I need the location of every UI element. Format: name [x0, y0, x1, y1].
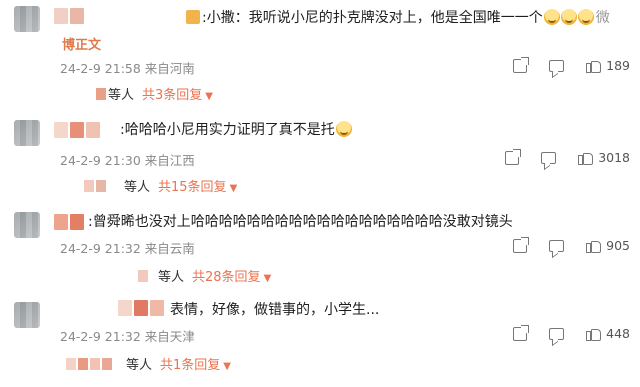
like-icon[interactable]	[586, 59, 602, 73]
avatar[interactable]	[14, 120, 40, 146]
reply-summary[interactable]: 等人 共15条回复 ▼	[84, 176, 237, 195]
caret-down-icon: ▼	[205, 91, 213, 102]
share-icon[interactable]	[505, 148, 522, 165]
avatar[interactable]	[14, 212, 40, 238]
comment-actions: 448	[491, 324, 630, 341]
emoji-icon	[560, 9, 577, 25]
comment-text: 表情，好像，做错事的，小学生...	[170, 302, 380, 318]
watermark: 博正文	[62, 38, 102, 53]
caret-down-icon: ▼	[263, 273, 272, 284]
username-redacted[interactable]	[54, 8, 84, 24]
like-icon[interactable]	[578, 151, 594, 165]
comment-item: 表情，好像，做错事的，小学生... 24-2-9 21:32 来自天津 448 …	[0, 294, 640, 387]
emoji-icon	[335, 121, 352, 137]
replier-redacted	[78, 358, 88, 370]
comment-item: :小撒：我听说小尼的扑克牌没对上，他是全国唯一一个微 博正文 24-2-9 21…	[0, 0, 640, 110]
replier-redacted	[84, 180, 94, 192]
avatar[interactable]	[14, 6, 40, 32]
comment-icon[interactable]	[549, 59, 565, 72]
comment-meta: 24-2-9 21:32 来自云南	[60, 241, 195, 256]
tag-icon	[186, 10, 200, 24]
avatar[interactable]	[14, 302, 40, 328]
reply-link[interactable]: 共15条回复	[158, 180, 227, 195]
share-icon[interactable]	[513, 324, 530, 341]
comment-icon[interactable]	[549, 327, 565, 340]
comment-item: :曾舜晞也没对上哈哈哈哈哈哈哈哈哈哈哈哈哈哈哈哈哈哈没敢对镜头 24-2-9 2…	[0, 202, 640, 294]
caret-down-icon: ▼	[229, 183, 238, 194]
comment-actions: 905	[491, 236, 630, 253]
share-icon[interactable]	[513, 236, 530, 253]
comment-icon[interactable]	[541, 151, 557, 164]
like-icon[interactable]	[586, 239, 602, 253]
replier-redacted	[90, 358, 100, 370]
like-count: 448	[606, 326, 630, 341]
emoji-icon	[577, 9, 594, 25]
reply-link[interactable]: 共28条回复	[192, 270, 261, 285]
reply-link[interactable]: 共1条回复	[160, 358, 220, 373]
comment-actions: 3018	[483, 148, 630, 165]
replier-redacted	[66, 358, 76, 370]
comment-text: :小撒：我听说小尼的扑克牌没对上，他是全国唯一一个微	[186, 8, 610, 28]
reply-summary[interactable]: 等人 共3条回复 ▼	[96, 84, 213, 103]
replier-redacted	[138, 270, 148, 282]
like-count: 3018	[598, 150, 630, 165]
comment-icon[interactable]	[549, 239, 565, 252]
comment-meta: 24-2-9 21:30 来自江西	[60, 153, 195, 168]
share-icon[interactable]	[513, 56, 530, 73]
username-redacted[interactable]	[54, 122, 100, 138]
emoji-icon	[543, 9, 560, 25]
like-count: 189	[606, 58, 630, 73]
comment-meta: 24-2-9 21:32 来自天津	[60, 329, 195, 344]
comment-meta: 24-2-9 21:58 来自河南	[60, 61, 195, 76]
comment-text: :哈哈哈小尼用实力证明了真不是托	[120, 120, 352, 140]
comment-text: :曾舜晞也没对上哈哈哈哈哈哈哈哈哈哈哈哈哈哈哈哈哈哈没敢对镜头	[88, 214, 513, 230]
username-redacted[interactable]	[54, 214, 84, 230]
reply-link[interactable]: 共3条回复	[142, 88, 202, 103]
replier-redacted	[96, 88, 106, 100]
comment-actions: 189	[491, 56, 630, 73]
caret-down-icon: ▼	[223, 361, 231, 372]
reply-summary[interactable]: 等人 共28条回复 ▼	[138, 266, 271, 285]
replier-redacted	[102, 358, 112, 370]
comment-item: :哈哈哈小尼用实力证明了真不是托 24-2-9 21:30 来自江西 3018 …	[0, 110, 640, 202]
replier-redacted	[96, 180, 106, 192]
like-count: 905	[606, 238, 630, 253]
like-icon[interactable]	[586, 327, 602, 341]
username-redacted[interactable]	[118, 300, 164, 316]
reply-summary[interactable]: 等人 共1条回复 ▼	[66, 354, 231, 373]
